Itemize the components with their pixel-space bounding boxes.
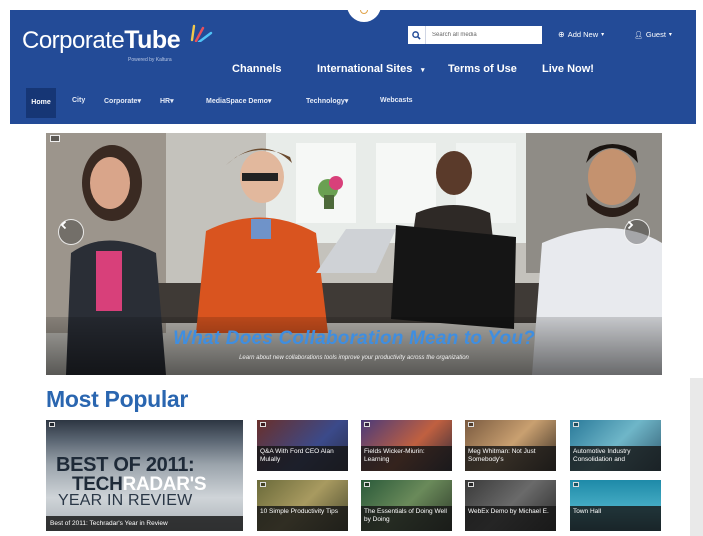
nav-channels[interactable]: Channels bbox=[232, 63, 282, 75]
video-caption: Town Hall bbox=[570, 506, 661, 531]
logo-subtitle: Powered by Kaltura bbox=[128, 57, 172, 63]
video-caption: Fields Wicker-Miurin: Learning bbox=[361, 446, 452, 471]
featured-caption: Best of 2011: Techradar's Year in Review bbox=[46, 516, 243, 531]
hero-title[interactable]: What Does Collaboration Mean to You? bbox=[46, 328, 662, 350]
header-notch bbox=[347, 10, 381, 22]
chevron-down-icon: ▾ bbox=[344, 98, 349, 105]
video-thumbnail[interactable]: Town Hall bbox=[570, 480, 661, 531]
notch-icon bbox=[360, 10, 368, 14]
media-type-icon bbox=[364, 422, 370, 427]
guest-menu[interactable]: 👤︎ Guest ▾ bbox=[634, 30, 672, 39]
video-thumbnail[interactable]: Meg Whitman: Not Just Somebody's bbox=[465, 420, 556, 471]
video-thumbnail[interactable]: Fields Wicker-Miurin: Learning bbox=[361, 420, 452, 471]
chevron-down-icon: ▾ bbox=[668, 32, 672, 38]
media-type-icon bbox=[573, 482, 579, 487]
chevron-left-icon bbox=[60, 220, 67, 230]
chevron-down-icon: ▾ bbox=[170, 98, 174, 105]
add-new-button[interactable]: ⊕ Add New ▾ bbox=[558, 30, 604, 39]
subnav-technology[interactable]: Technology▾ bbox=[306, 97, 348, 105]
chevron-down-icon: ▾ bbox=[601, 32, 605, 38]
video-caption: Q&A With Ford CEO Alan Mulally bbox=[257, 446, 348, 471]
video-caption: WebEx Demo by Michael E. bbox=[465, 506, 556, 531]
logo-text-main: Corporate bbox=[22, 27, 125, 54]
subnav-mediaspace-label: MediaSpace Demo bbox=[206, 98, 268, 105]
video-caption: Meg Whitman: Not Just Somebody's bbox=[465, 446, 556, 471]
hero-media-icon bbox=[50, 135, 60, 142]
search-button[interactable] bbox=[408, 26, 426, 44]
video-thumbnail[interactable]: Q&A With Ford CEO Alan Mulally bbox=[257, 420, 348, 471]
chevron-down-icon: ▾ bbox=[137, 98, 141, 105]
media-type-icon bbox=[364, 482, 370, 487]
media-type-icon bbox=[49, 422, 55, 427]
carousel-next-button[interactable] bbox=[624, 219, 650, 245]
nav-live-now[interactable]: Live Now! bbox=[542, 63, 594, 75]
chevron-down-icon: ▾ bbox=[267, 98, 272, 105]
featured-line-3: YEAR IN REVIEW bbox=[58, 492, 193, 509]
subnav-home[interactable]: Home bbox=[26, 88, 56, 118]
nav-international-sites[interactable]: International Sites bbox=[317, 63, 412, 75]
subnav-hr-label: HR bbox=[160, 98, 171, 105]
site-header: CorporateTube Powered by Kaltura ⊕ Add N… bbox=[10, 10, 696, 124]
video-thumbnail[interactable]: The Essentials of Doing Well by Doing bbox=[361, 480, 452, 531]
logo-text-bold: Tube bbox=[124, 26, 181, 54]
subnav-city[interactable]: City bbox=[72, 97, 85, 104]
chevron-down-icon: ▾ bbox=[421, 67, 425, 74]
search-input[interactable] bbox=[426, 26, 542, 44]
page: CorporateTube Powered by Kaltura ⊕ Add N… bbox=[0, 0, 703, 536]
add-new-label: Add New bbox=[567, 30, 599, 39]
subnav-technology-label: Technology bbox=[306, 98, 345, 105]
chevron-right-icon bbox=[627, 220, 634, 230]
logo-rays-icon bbox=[190, 24, 213, 42]
search-box bbox=[408, 26, 542, 44]
subnav-mediaspace-demo[interactable]: MediaSpace Demo▾ bbox=[206, 97, 271, 105]
media-type-icon bbox=[260, 482, 266, 487]
search-icon bbox=[412, 30, 421, 40]
video-thumbnail[interactable]: WebEx Demo by Michael E. bbox=[465, 480, 556, 531]
video-thumbnail[interactable]: 10 Simple Productivity Tips bbox=[257, 480, 348, 531]
media-type-icon bbox=[468, 482, 474, 487]
nav-terms-of-use[interactable]: Terms of Use bbox=[448, 63, 517, 75]
media-type-icon bbox=[260, 422, 266, 427]
site-logo[interactable]: Corporate Tube bbox=[22, 24, 213, 55]
subnav-webcasts[interactable]: Webcasts bbox=[380, 97, 413, 104]
most-popular-heading: Most Popular bbox=[46, 386, 189, 412]
video-caption: Automotive Industry Consolidation and bbox=[570, 446, 661, 471]
video-caption: The Essentials of Doing Well by Doing bbox=[361, 506, 452, 531]
video-caption: 10 Simple Productivity Tips bbox=[257, 506, 348, 531]
video-thumbnail[interactable]: Automotive Industry Consolidation and bbox=[570, 420, 661, 471]
hero-subtitle: Learn about new collaborations tools imp… bbox=[239, 355, 469, 361]
subnav-corporate-label: Corporate bbox=[104, 98, 138, 105]
media-type-icon bbox=[573, 422, 579, 427]
guest-label: Guest bbox=[645, 30, 666, 39]
add-circle-icon: ⊕ bbox=[558, 30, 565, 39]
carousel-prev-button[interactable] bbox=[58, 219, 84, 245]
hero-carousel[interactable]: What Does Collaboration Mean to You? Lea… bbox=[46, 133, 662, 375]
sub-nav: Home City Corporate▾ HR▾ MediaSpace Demo… bbox=[10, 88, 696, 118]
featured-thumbnail[interactable]: BEST OF 2011: TECHRADAR'S YEAR IN REVIEW… bbox=[46, 420, 243, 531]
media-type-icon bbox=[468, 422, 474, 427]
scrollbar-track[interactable] bbox=[690, 378, 703, 536]
user-icon: 👤︎ bbox=[634, 31, 643, 39]
subnav-hr[interactable]: HR▾ bbox=[160, 97, 174, 105]
subnav-corporate[interactable]: Corporate▾ bbox=[104, 97, 141, 105]
